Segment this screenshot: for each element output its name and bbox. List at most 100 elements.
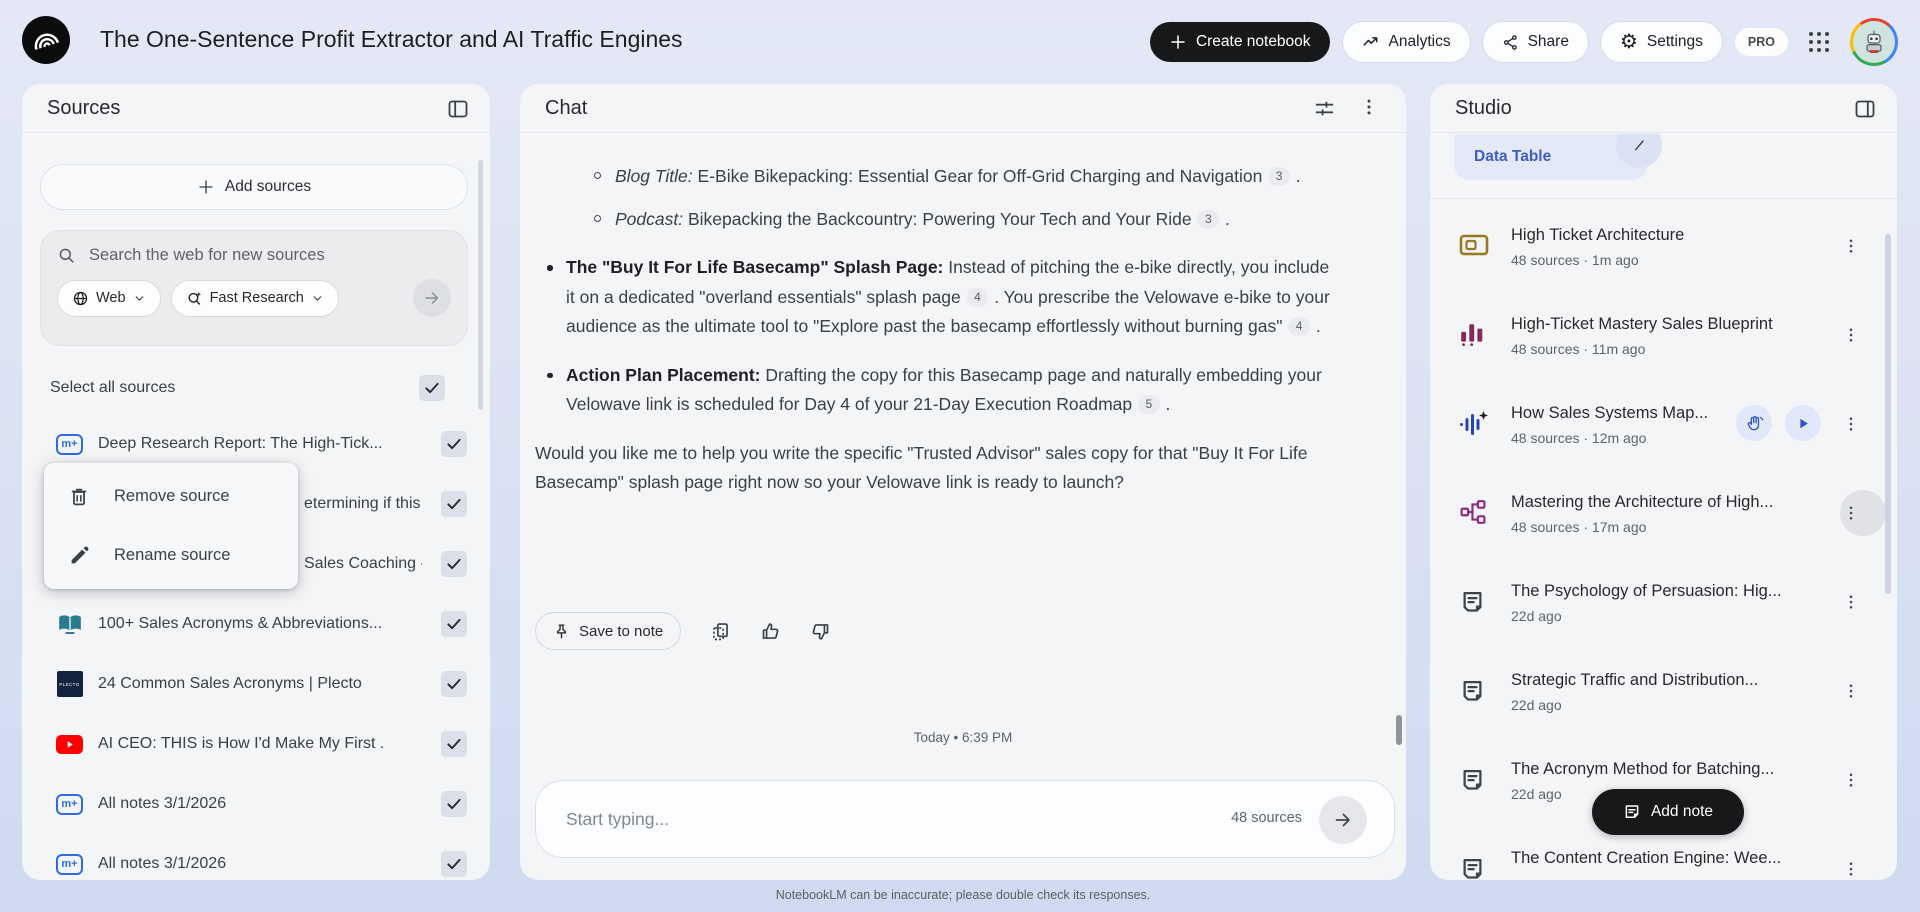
rename-source-menu-item[interactable]: Rename source	[44, 526, 298, 585]
pin-icon	[553, 623, 570, 640]
copy-icon[interactable]	[710, 621, 731, 642]
settings-button[interactable]: ⚙ Settings	[1600, 22, 1722, 62]
add-note-button[interactable]: Add note	[1592, 789, 1744, 835]
source-checkbox[interactable]	[441, 551, 467, 577]
studio-item[interactable]: High-Ticket Mastery Sales Blueprint 48 s…	[1430, 301, 1897, 390]
collapse-panel-icon[interactable]	[446, 97, 470, 126]
disclaimer: NotebookLM can be inaccurate; please dou…	[775, 888, 1151, 902]
source-checkbox[interactable]	[441, 851, 467, 877]
note-icon: m+	[56, 853, 83, 875]
source-checkbox[interactable]	[441, 491, 467, 517]
kebab-menu-icon[interactable]	[1839, 412, 1863, 436]
analytics-icon	[1362, 33, 1380, 51]
kebab-menu-icon[interactable]	[1839, 323, 1863, 347]
source-row[interactable]: PLECTO 24 Common Sales Acronyms | Plecto	[22, 654, 490, 714]
kebab-menu-icon[interactable]	[1839, 679, 1863, 703]
chat-input[interactable]	[566, 781, 1046, 857]
audio-waveform-icon	[1459, 410, 1489, 443]
web-filter-dropdown[interactable]: Web	[57, 279, 161, 317]
message-actions: Save to note	[535, 612, 831, 650]
source-checkbox[interactable]	[441, 791, 467, 817]
search-input[interactable]: Search the web for new sources	[89, 246, 325, 265]
interactive-mode-button[interactable]	[1736, 405, 1772, 441]
source-title: All notes 3/1/2026	[98, 795, 227, 812]
studio-item[interactable]: How Sales Systems Map... 48 sources · 12…	[1430, 390, 1897, 479]
closing-question: Would you like me to help you write the …	[535, 442, 1308, 493]
remove-source-menu-item[interactable]: Remove source	[44, 467, 298, 526]
save-to-note-button[interactable]: Save to note	[535, 612, 682, 650]
source-title: All notes 3/1/2026	[98, 855, 227, 872]
notebooklm-logo-icon[interactable]	[22, 16, 70, 64]
citation-badge[interactable]: 4	[966, 287, 989, 307]
source-checkbox[interactable]	[441, 671, 467, 697]
waving-hand-icon	[1747, 415, 1763, 430]
citation-badge[interactable]: 3	[1197, 209, 1220, 229]
studio-item[interactable]: The Content Creation Engine: Wee...	[1430, 835, 1897, 880]
source-checkbox[interactable]	[441, 731, 467, 757]
send-button[interactable]	[1319, 796, 1367, 844]
citation-badge[interactable]: 5	[1138, 395, 1160, 414]
sources-count: 48 sources	[1231, 810, 1302, 826]
plus-icon	[1169, 33, 1187, 51]
collapse-panel-icon[interactable]	[1853, 97, 1877, 126]
note-icon: m+	[56, 793, 83, 815]
kebab-menu-icon[interactable]	[1839, 501, 1863, 525]
account-avatar[interactable]	[1850, 18, 1898, 66]
report-icon	[1459, 588, 1486, 620]
share-button[interactable]: Share	[1482, 22, 1588, 62]
notebook-title[interactable]: The One-Sentence Profit Extractor and AI…	[100, 26, 683, 53]
source-title: AI CEO: THIS is How I'd Make My First ..…	[98, 735, 384, 752]
divider	[1430, 198, 1897, 199]
analytics-button[interactable]: Analytics	[1342, 22, 1470, 62]
kebab-menu-icon[interactable]	[1839, 234, 1863, 258]
sources-panel-title: Sources	[47, 97, 121, 119]
source-row[interactable]: 100+ Sales Acronyms & Abbreviations...	[22, 594, 490, 654]
studio-item[interactable]: The Psychology of Persuasion: Hig... 22d…	[1430, 568, 1897, 657]
studio-item[interactable]: High Ticket Architecture 48 sources · 1m…	[1430, 212, 1897, 301]
studio-panel-header: Studio	[1430, 84, 1897, 133]
kebab-menu-icon[interactable]	[1839, 857, 1863, 880]
kebab-menu-icon[interactable]	[1359, 97, 1379, 122]
studio-item[interactable]: Strategic Traffic and Distribution... 22…	[1430, 657, 1897, 746]
chevron-down-icon	[133, 292, 146, 305]
report-icon	[1459, 766, 1486, 798]
source-checkbox[interactable]	[441, 431, 467, 457]
play-icon	[1799, 418, 1808, 428]
sources-scrollbar[interactable]	[478, 160, 483, 410]
thumbs-up-icon[interactable]	[760, 621, 781, 642]
chat-panel-header: Chat	[520, 84, 1406, 133]
youtube-icon	[56, 734, 83, 754]
list-item: Blog Title: E-Bike Bikepacking: Essentia…	[535, 162, 1335, 192]
tune-icon[interactable]	[1313, 97, 1336, 125]
fast-research-icon	[186, 290, 203, 307]
source-title: Sales Coaching - K...	[304, 555, 422, 572]
citation-badge[interactable]: 4	[1288, 317, 1310, 336]
select-all-checkbox[interactable]	[419, 375, 445, 401]
add-note-icon	[1623, 803, 1641, 821]
source-row[interactable]: m+ All notes 3/1/2026	[22, 774, 490, 834]
globe-icon	[72, 290, 89, 307]
pencil-icon	[68, 545, 90, 567]
create-notebook-button[interactable]: Create notebook	[1149, 22, 1330, 62]
source-row[interactable]: m+ All notes 3/1/2026	[22, 834, 490, 894]
kebab-menu-icon[interactable]	[1839, 768, 1863, 792]
thumbs-down-icon[interactable]	[810, 621, 831, 642]
source-checkbox[interactable]	[441, 611, 467, 637]
research-mode-dropdown[interactable]: Fast Research	[170, 279, 339, 317]
source-row[interactable]: AI CEO: THIS is How I'd Make My First ..…	[22, 714, 490, 774]
search-submit-button[interactable]	[413, 279, 451, 317]
apps-grid-icon[interactable]	[1809, 32, 1829, 52]
pro-badge: PRO	[1734, 28, 1788, 56]
citation-badge[interactable]: 3	[1268, 167, 1290, 186]
studio-scrollbar[interactable]	[1885, 234, 1891, 594]
gear-icon: ⚙	[1619, 31, 1638, 53]
chat-scrollbar[interactable]	[1396, 715, 1402, 745]
source-title: 100+ Sales Acronyms & Abbreviations...	[98, 615, 383, 632]
app-header: The One-Sentence Profit Extractor and AI…	[0, 0, 1920, 84]
chevron-down-icon	[311, 292, 324, 305]
flashcards-icon	[1459, 232, 1489, 263]
add-sources-button[interactable]: Add sources	[40, 164, 468, 210]
kebab-menu-icon[interactable]	[1839, 590, 1863, 614]
play-button[interactable]	[1785, 405, 1821, 441]
studio-item[interactable]: Mastering the Architecture of High... 48…	[1430, 479, 1897, 568]
